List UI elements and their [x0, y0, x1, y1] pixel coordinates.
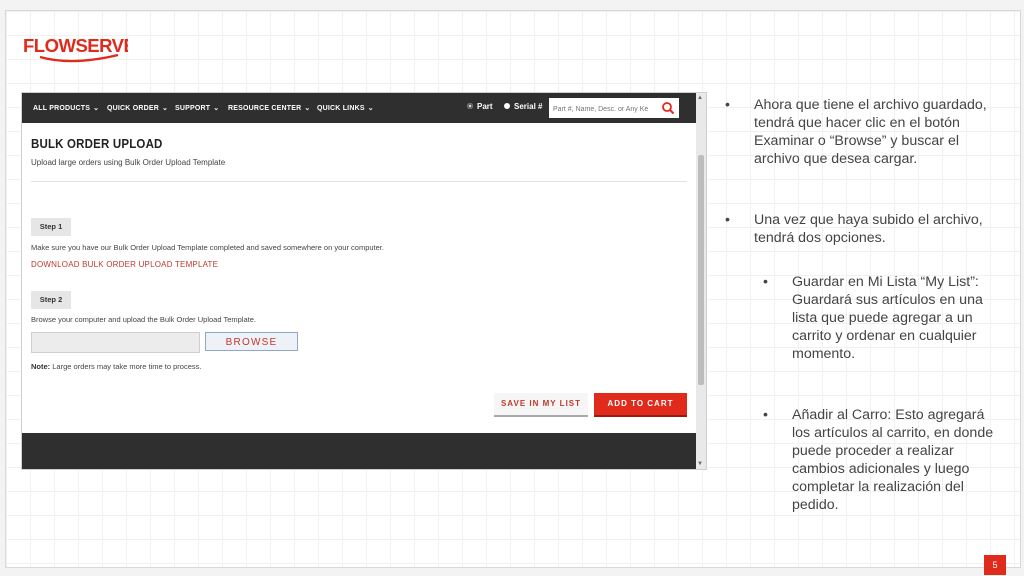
bullet-text: Ahora que tiene el archivo guardado, ten… [754, 97, 987, 167]
radio-selected-icon [467, 103, 473, 109]
chevron-down-icon: ⌄ [367, 105, 374, 112]
bullet-item: • Ahora que tiene el archivo guardado, t… [725, 96, 994, 168]
file-path-field[interactable] [31, 332, 200, 353]
bullet-text: Añadir al Carro: Esto agregará los artíc… [792, 407, 994, 513]
note-label: Note: [31, 362, 51, 371]
bullet-text: Guardar en Mi Lista “My List”: Guardará … [792, 274, 983, 362]
bullet-icon: • [763, 407, 768, 423]
page-subtitle: Upload large orders using Bulk Order Upl… [31, 158, 226, 167]
add-to-cart-button[interactable]: ADD TO CART [594, 393, 687, 417]
nav-resource-center[interactable]: RESOURCE CENTER ⌄ [228, 104, 310, 112]
bullet-item: • Una vez que haya subido el archivo, te… [725, 211, 994, 247]
browse-button[interactable]: BROWSE [205, 332, 298, 351]
slide-number: 5 [984, 555, 1006, 575]
step-1-badge: Step 1 [31, 218, 71, 236]
chevron-down-icon: ⌄ [304, 105, 311, 112]
scroll-up-icon[interactable]: ▲ [697, 95, 703, 101]
sub-bullet-item: • Guardar en Mi Lista “My List”: Guardar… [763, 273, 995, 363]
step-1-instructions: Make sure you have our Bulk Order Upload… [31, 243, 384, 252]
svg-text:FLOWSERVE: FLOWSERVE [23, 35, 128, 56]
search-box [549, 98, 679, 120]
scrollbar[interactable]: ▲ ▼ [696, 93, 706, 469]
divider [31, 181, 687, 182]
flowserve-logo: FLOWSERVE [22, 30, 128, 66]
sub-bullet-item: • Añadir al Carro: Esto agregará los art… [763, 406, 995, 514]
chevron-down-icon: ⌄ [93, 105, 100, 112]
scrollbar-thumb[interactable] [698, 155, 704, 385]
bullet-icon: • [725, 212, 730, 228]
chevron-down-icon: ⌄ [161, 105, 169, 112]
search-icon[interactable] [661, 101, 675, 115]
radio-part[interactable]: Part [467, 102, 493, 111]
bullet-icon: • [763, 274, 768, 290]
scroll-down-icon[interactable]: ▼ [697, 461, 703, 467]
nav-quick-order[interactable]: QUICK ORDER ⌄ [107, 104, 168, 112]
search-input[interactable] [549, 99, 661, 120]
bullet-text: Una vez que haya subido el archivo, tend… [754, 212, 983, 246]
save-in-my-list-button[interactable]: SAVE IN MY LIST [494, 393, 588, 417]
note-text: Large orders may take more time to proce… [50, 362, 202, 371]
bullet-icon: • [725, 97, 730, 113]
nav-all-products[interactable]: ALL PRODUCTS ⌄ [33, 104, 99, 112]
page-title: BULK ORDER UPLOAD [31, 137, 163, 151]
processing-note: Note: Large orders may take more time to… [31, 362, 201, 371]
top-navigation: ALL PRODUCTS ⌄ QUICK ORDER ⌄ SUPPORT ⌄ RESO… [22, 93, 696, 123]
step-2-instructions: Browse your computer and upload the Bulk… [31, 315, 256, 324]
radio-serial[interactable]: Serial # [504, 102, 542, 111]
download-template-link[interactable]: DOWNLOAD BULK ORDER UPLOAD TEMPLATE [31, 260, 218, 269]
chevron-down-icon: ⌄ [213, 105, 220, 112]
site-footer [22, 433, 696, 469]
website-screenshot: ALL PRODUCTS ⌄ QUICK ORDER ⌄ SUPPORT ⌄ RESO… [21, 92, 707, 470]
step-2-badge: Step 2 [31, 291, 71, 309]
nav-quick-links[interactable]: QUICK LINKS ⌄ [317, 104, 374, 112]
radio-icon [504, 103, 510, 109]
nav-support[interactable]: SUPPORT ⌄ [175, 104, 219, 112]
